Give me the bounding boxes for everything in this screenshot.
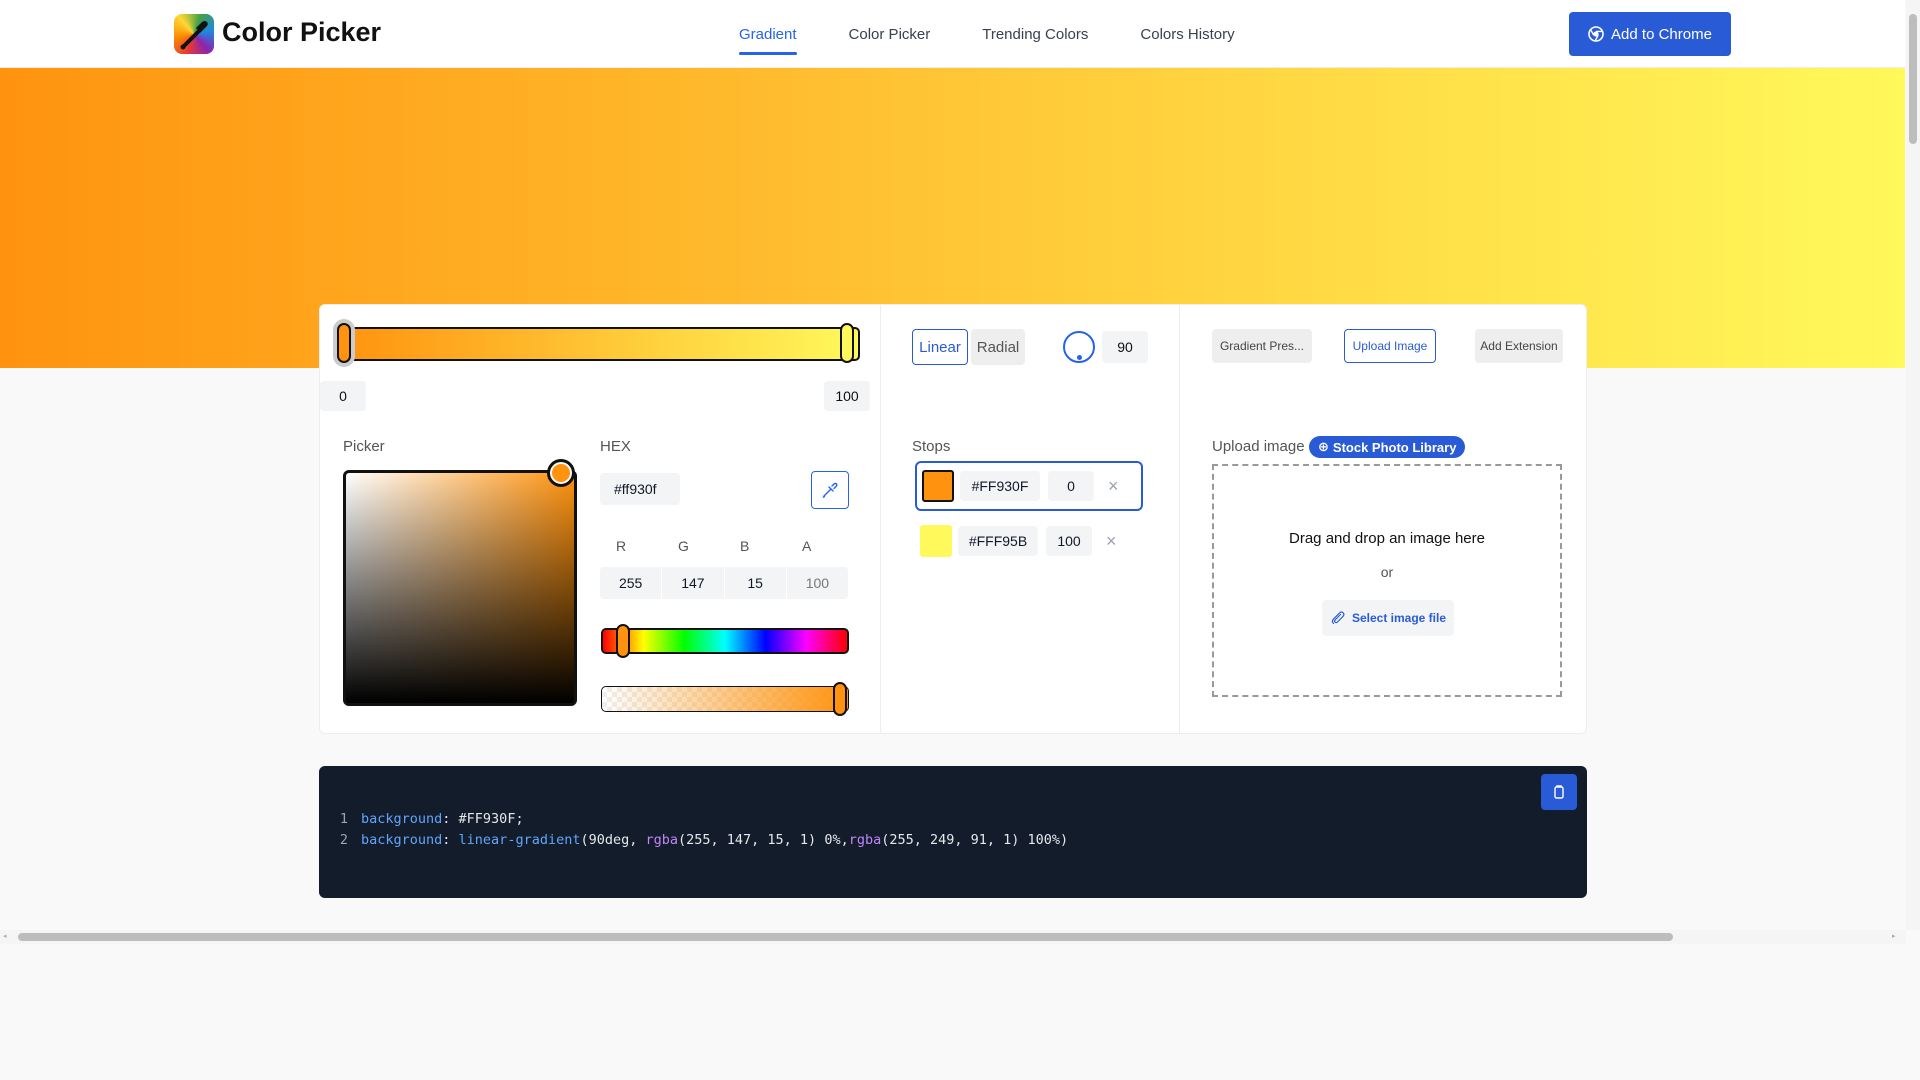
css-function: linear-gradient <box>458 832 581 848</box>
gradient-stop-handle-end[interactable] <box>840 323 854 363</box>
gradient-editor-card: 0 100 Picker HEX #ff930f R G B A 255 147… <box>319 304 1587 734</box>
linear-tab[interactable]: Linear <box>912 329 968 365</box>
eyedropper-button[interactable] <box>811 471 849 509</box>
a-label: A <box>802 538 812 554</box>
add-to-chrome-label: Add to Chrome <box>1611 25 1712 43</box>
saturation-value-thumb[interactable] <box>547 459 575 487</box>
upload-image-tab[interactable]: Upload Image <box>1344 329 1436 363</box>
column-divider <box>880 305 881 733</box>
line-number: 2 <box>339 832 348 848</box>
r-input[interactable]: 255 <box>600 567 663 599</box>
column-divider <box>1179 305 1180 733</box>
stop-position-input[interactable]: 0 <box>1048 471 1094 501</box>
rgba-labels: R G B A <box>600 538 850 554</box>
stop-swatch[interactable] <box>920 525 952 557</box>
vertical-scrollbar[interactable] <box>1906 0 1920 930</box>
eyedropper-icon <box>822 482 838 499</box>
css-args: (255, 249, 91, 1) 100%) <box>881 832 1069 848</box>
stops-label: Stops <box>912 438 951 455</box>
g-label: G <box>678 538 689 554</box>
stock-photo-library-button[interactable]: ⊕ Stock Photo Library <box>1309 436 1466 458</box>
css-value: #FF930F; <box>458 811 524 827</box>
saturation-value-picker[interactable] <box>343 470 577 706</box>
hex-input[interactable]: #ff930f <box>600 473 680 505</box>
brand-title[interactable]: Color Picker <box>222 17 381 48</box>
vertical-scrollbar-thumb[interactable] <box>1909 14 1917 144</box>
stop-swatch[interactable] <box>922 470 954 502</box>
rgba-inputs: 255 147 15 100 <box>600 567 848 599</box>
stop-row[interactable]: #FFF95B 100 × <box>915 516 1143 566</box>
alpha-slider-handle[interactable] <box>833 682 847 716</box>
horizontal-scrollbar-thumb[interactable] <box>18 933 1673 941</box>
gradient-bar[interactable] <box>340 327 860 361</box>
horizontal-scrollbar[interactable]: ◂ ▸ <box>0 930 1906 944</box>
radial-tab[interactable]: Radial <box>971 329 1025 365</box>
alpha-slider[interactable] <box>601 686 849 712</box>
g-input[interactable]: 147 <box>662 567 725 599</box>
gradient-stop-handle-start[interactable] <box>337 323 351 363</box>
css-function: rgba <box>848 832 882 848</box>
stop-row[interactable]: #FF930F 0 × <box>915 461 1143 511</box>
stock-photo-library-label: Stock Photo Library <box>1332 439 1457 455</box>
code-line: 1 background : #FF930F; <box>319 811 524 827</box>
css-property: background <box>361 832 443 848</box>
upload-image-label: Upload image <box>1212 438 1305 455</box>
a-input[interactable]: 100 <box>787 567 848 599</box>
angle-input[interactable]: 90 <box>1102 331 1148 363</box>
logo-icon[interactable] <box>174 14 214 54</box>
gradient-presets-button[interactable]: Gradient Pres... <box>1212 329 1312 363</box>
css-function: rgba <box>645 832 679 848</box>
hue-slider[interactable] <box>601 628 849 654</box>
stop-hex-input[interactable]: #FFF95B <box>958 526 1038 556</box>
nav-trending-colors[interactable]: Trending Colors <box>982 26 1088 43</box>
code-line: 2 background : linear-gradient (90deg, r… <box>319 832 1068 848</box>
copy-icon <box>1554 785 1564 799</box>
css-property: background <box>361 811 443 827</box>
main-nav: Gradient Color Picker Trending Colors Co… <box>739 26 1235 55</box>
css-args: (255, 147, 15, 1) 0%, <box>678 832 849 848</box>
drag-drop-text: Drag and drop an image here <box>1289 530 1485 547</box>
select-image-file-label: Select image file <box>1351 611 1447 625</box>
add-to-chrome-button[interactable]: Add to Chrome <box>1569 12 1731 56</box>
nav-color-picker[interactable]: Color Picker <box>849 26 931 43</box>
css-args: (90deg, <box>580 832 646 848</box>
hue-slider-handle[interactable] <box>616 624 631 658</box>
remove-stop-icon[interactable]: × <box>1106 531 1117 552</box>
plus-circle-icon: ⊕ <box>1318 439 1329 454</box>
top-bar: Color Picker Gradient Color Picker Trend… <box>0 0 1905 68</box>
hex-label: HEX <box>600 438 631 455</box>
chrome-icon <box>1588 26 1604 42</box>
stop-hex-input[interactable]: #FF930F <box>960 471 1040 501</box>
gradient-start-position[interactable]: 0 <box>320 381 366 411</box>
scroll-right-arrow-icon[interactable]: ▸ <box>1892 932 1896 940</box>
r-label: R <box>616 538 627 554</box>
css-code-block: 1 background : #FF930F; 2 background : l… <box>319 766 1587 898</box>
picker-label: Picker <box>343 438 385 455</box>
select-image-file-button[interactable]: Select image file <box>1322 600 1454 636</box>
stop-position-input[interactable]: 100 <box>1046 526 1092 556</box>
or-text: or <box>1380 564 1394 580</box>
remove-stop-icon[interactable]: × <box>1108 476 1119 497</box>
css-separator: : <box>442 811 459 827</box>
paperclip-icon <box>1331 611 1345 625</box>
image-drop-zone[interactable]: Drag and drop an image here or Select im… <box>1212 464 1562 697</box>
scroll-left-arrow-icon[interactable]: ◂ <box>3 932 7 940</box>
nav-colors-history[interactable]: Colors History <box>1140 26 1234 43</box>
b-label: B <box>740 538 750 554</box>
nav-gradient[interactable]: Gradient <box>739 26 797 55</box>
gradient-end-position[interactable]: 100 <box>824 381 870 411</box>
angle-dial[interactable] <box>1063 331 1095 363</box>
b-input[interactable]: 15 <box>725 567 787 599</box>
add-extension-button[interactable]: Add Extension <box>1475 329 1563 363</box>
css-separator: : <box>442 832 459 848</box>
line-number: 1 <box>339 811 348 827</box>
copy-code-button[interactable] <box>1541 774 1577 810</box>
